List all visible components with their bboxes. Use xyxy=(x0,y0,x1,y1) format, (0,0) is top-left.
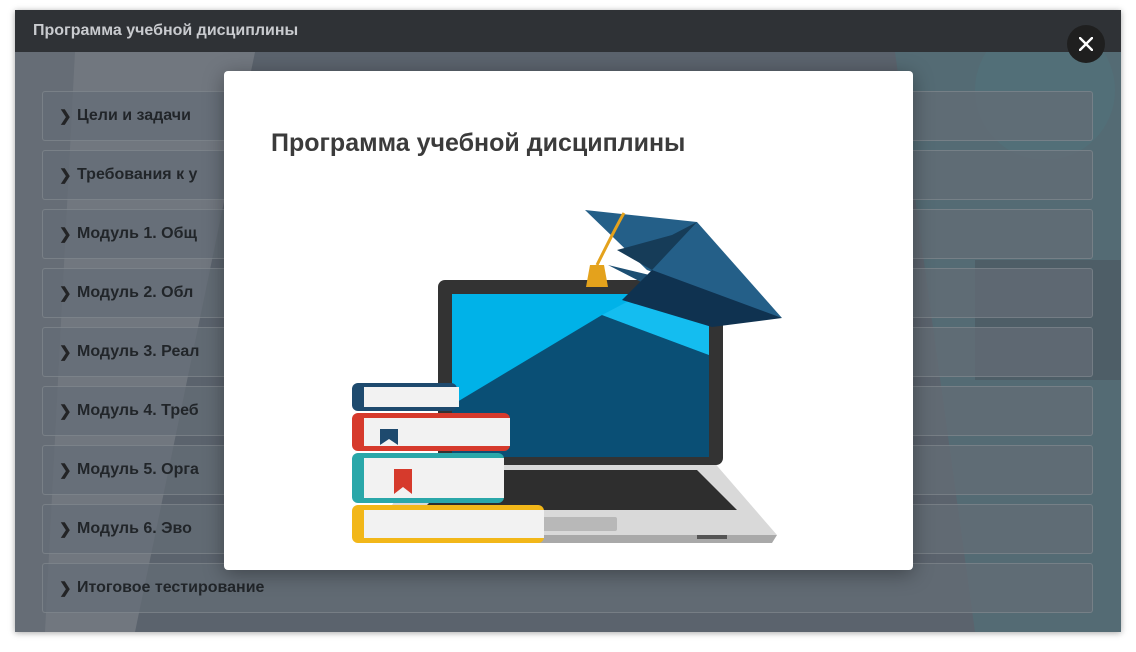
close-button[interactable] xyxy=(1067,25,1105,63)
intro-modal: Программа учебной дисциплины xyxy=(224,71,913,570)
close-icon xyxy=(1079,37,1093,51)
modal-title: Программа учебной дисциплины xyxy=(271,129,686,157)
window-title: Программа учебной дисциплины xyxy=(15,10,1121,52)
laptop-books-cap-illustration xyxy=(352,210,782,543)
course-window: Программа учебной дисциплины ❯ Цели и за… xyxy=(15,10,1121,632)
